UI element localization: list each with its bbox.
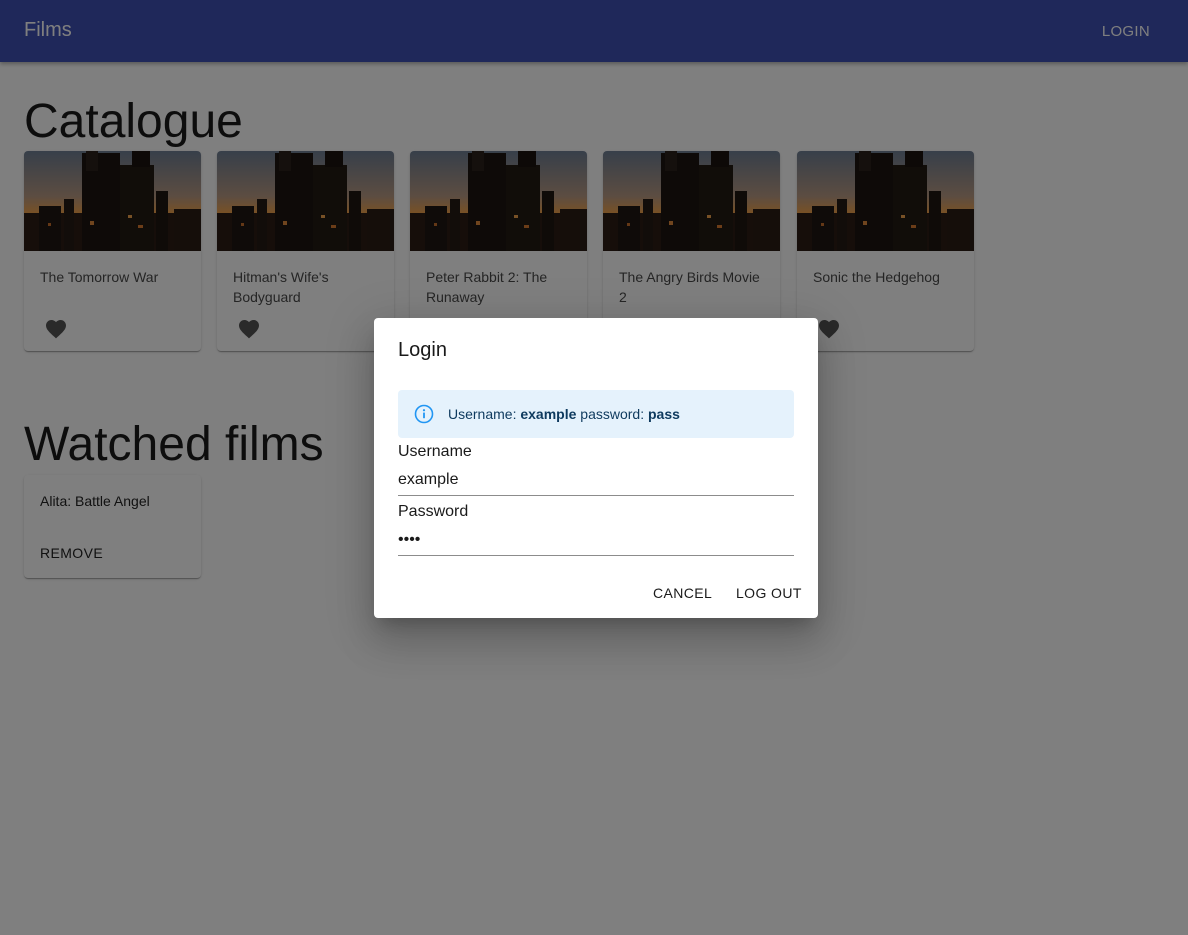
dialog-title: Login [398,339,447,361]
info-circle-icon [414,404,434,424]
password-field: Password [398,503,794,556]
password-label: Password [398,503,469,520]
alert-username-value: example [520,406,577,422]
username-label: Username [398,443,472,460]
alert-password-value: pass [648,406,680,422]
alert-message: Username: example password: pass [448,406,680,422]
alert-password-label: password: [580,406,645,422]
credentials-info-alert: Username: example password: pass [398,390,794,438]
log-out-button[interactable]: LOG OUT [736,585,802,601]
password-input[interactable] [398,527,794,556]
username-input[interactable] [398,467,794,496]
login-dialog: Login Username: example password: pass U… [374,318,818,618]
alert-username-label: Username: [448,406,517,422]
cancel-button[interactable]: CANCEL [653,585,712,601]
username-field: Username [398,443,794,496]
